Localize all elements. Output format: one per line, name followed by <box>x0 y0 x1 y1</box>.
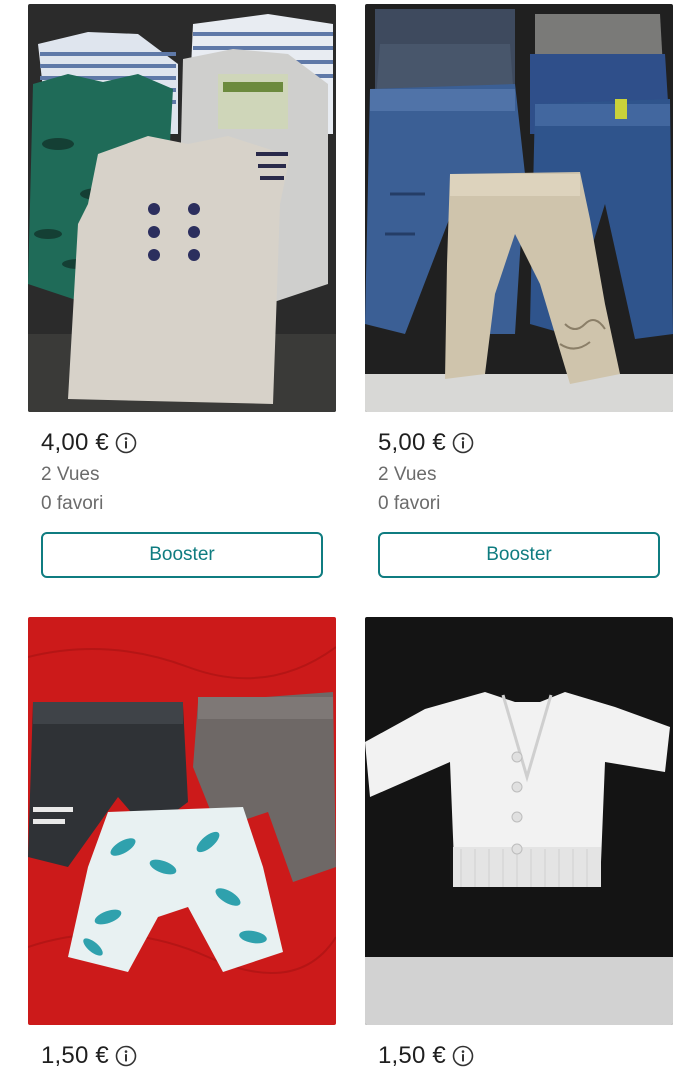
listing-photo[interactable] <box>28 617 336 1025</box>
info-circle-icon[interactable] <box>452 432 474 454</box>
trousers-photo <box>365 4 673 412</box>
info-circle-icon[interactable] <box>452 1045 474 1067</box>
listing-card[interactable]: 1,50 € <box>365 617 673 1073</box>
listing-price: 4,00 € <box>41 429 109 456</box>
listing-photo[interactable] <box>28 4 336 412</box>
listing-price: 1,50 € <box>41 1042 109 1069</box>
cardigan-photo <box>365 617 673 1025</box>
price-row: 5,00 € <box>378 426 673 460</box>
shorts-photo <box>28 617 336 1025</box>
favorites-count: 0 favori <box>378 493 441 514</box>
listing-photo[interactable] <box>365 617 673 1025</box>
listing-photo[interactable] <box>365 4 673 412</box>
views-count: 2 Vues <box>41 464 100 485</box>
info-circle-icon[interactable] <box>115 1045 137 1067</box>
bodysuits-photo <box>28 4 336 412</box>
views-count: 2 Vues <box>378 464 437 485</box>
listing-price: 1,50 € <box>378 1042 446 1069</box>
listing-card[interactable]: 4,00 € 2 Vues 0 favori Booster <box>28 4 336 578</box>
price-row: 1,50 € <box>41 1039 336 1073</box>
price-row: 1,50 € <box>378 1039 673 1073</box>
booster-button[interactable]: Booster <box>378 532 660 578</box>
favorites-count: 0 favori <box>41 493 104 514</box>
listing-card[interactable]: 1,50 € <box>28 617 336 1073</box>
info-circle-icon[interactable] <box>115 432 137 454</box>
booster-button[interactable]: Booster <box>41 532 323 578</box>
listing-card[interactable]: 5,00 € 2 Vues 0 favori Booster <box>365 4 673 578</box>
listing-price: 5,00 € <box>378 429 446 456</box>
price-row: 4,00 € <box>41 426 336 460</box>
